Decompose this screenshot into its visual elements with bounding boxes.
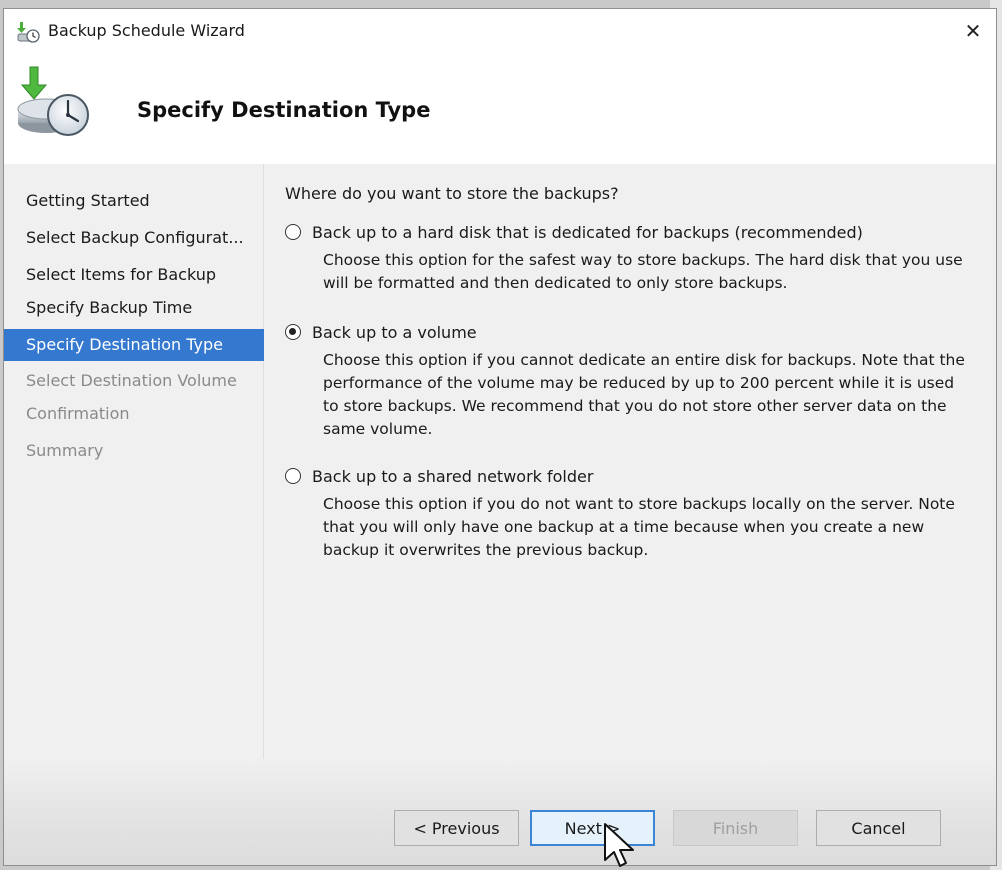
option-network-folder-description: Choose this option if you do not want to… bbox=[323, 495, 955, 559]
option-volume: Back up to a volume Choose this option i… bbox=[285, 320, 975, 441]
nav-step-select-destination-volume: Select Destination Volume bbox=[26, 371, 237, 390]
radio-volume[interactable] bbox=[285, 324, 301, 340]
nav-step-select-backup-configuration[interactable]: Select Backup Configurat... bbox=[4, 222, 264, 254]
window-title: Backup Schedule Wizard bbox=[48, 21, 245, 40]
nav-step-specify-backup-time[interactable]: Specify Backup Time bbox=[4, 292, 264, 324]
finish-button: Finish bbox=[673, 810, 798, 846]
option-dedicated-disk-description: Choose this option for the safest way to… bbox=[323, 251, 963, 292]
option-volume-label[interactable]: Back up to a volume bbox=[312, 323, 477, 342]
title-bar: Backup Schedule Wizard ✕ bbox=[4, 9, 996, 53]
wizard-header: Specify Destination Type bbox=[4, 53, 996, 164]
cancel-button[interactable]: Cancel bbox=[816, 810, 941, 846]
nav-step-summary: Summary bbox=[26, 441, 104, 460]
close-button[interactable]: ✕ bbox=[950, 9, 996, 53]
nav-step-getting-started[interactable]: Getting Started bbox=[4, 185, 264, 217]
next-button[interactable]: Next > bbox=[530, 810, 655, 846]
radio-network-folder[interactable] bbox=[285, 468, 301, 484]
option-dedicated-disk-label[interactable]: Back up to a hard disk that is dedicated… bbox=[312, 223, 863, 242]
nav-step-specify-destination-type[interactable]: Specify Destination Type bbox=[4, 329, 264, 361]
previous-button[interactable]: < Previous bbox=[394, 810, 519, 846]
destination-question: Where do you want to store the backups? bbox=[285, 184, 619, 203]
option-network-folder-label[interactable]: Back up to a shared network folder bbox=[312, 467, 593, 486]
wizard-body: Getting Started Select Backup Configurat… bbox=[4, 164, 996, 865]
nav-step-confirmation: Confirmation bbox=[26, 404, 130, 423]
wizard-window: Backup Schedule Wizard ✕ Specify Destina… bbox=[3, 8, 997, 866]
backup-schedule-icon bbox=[17, 66, 89, 136]
option-volume-description: Choose this option if you cannot dedicat… bbox=[323, 351, 965, 438]
option-network-folder: Back up to a shared network folder Choos… bbox=[285, 464, 975, 562]
nav-step-select-items-for-backup[interactable]: Select Items for Backup bbox=[4, 259, 264, 291]
radio-dedicated-disk[interactable] bbox=[285, 224, 301, 240]
close-icon: ✕ bbox=[964, 19, 982, 43]
button-bar: < Previous Next > Finish Cancel bbox=[4, 759, 996, 865]
page-title: Specify Destination Type bbox=[137, 98, 431, 122]
backup-app-icon bbox=[17, 22, 40, 43]
option-dedicated-disk: Back up to a hard disk that is dedicated… bbox=[285, 220, 975, 295]
